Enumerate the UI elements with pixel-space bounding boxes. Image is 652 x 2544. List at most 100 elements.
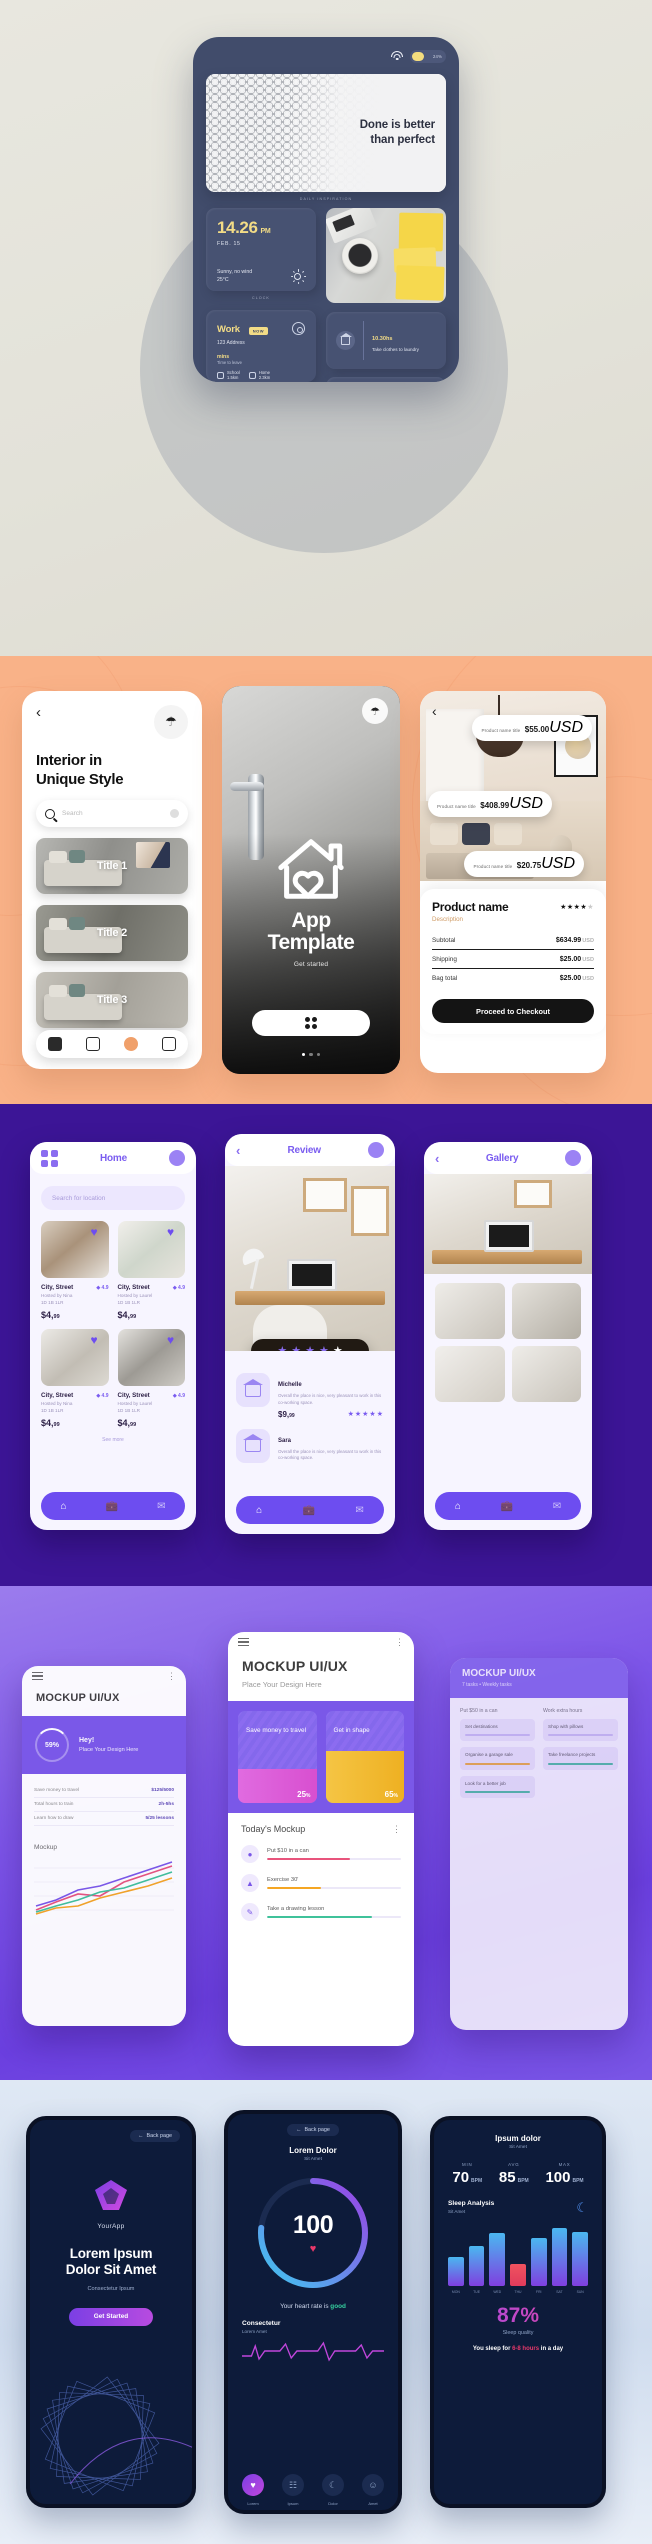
home-icon[interactable]: ⌂ [256,1505,262,1516]
chat-icon[interactable]: ✉ [157,1501,165,1512]
checkout-button[interactable]: Proceed to Checkout [432,999,594,1023]
bottom-tabs[interactable]: ♥ ☷ ☾ ☺ [242,2474,384,2496]
back-icon[interactable]: ‹ [36,705,41,720]
template-subtitle: Get started [293,961,329,969]
gallery-thumbnail[interactable] [435,1346,505,1402]
listing-card[interactable]: ♥ City, Street ◆ 4.9 Hosted by Nina 1D 1B … [41,1221,109,1320]
clear-icon[interactable] [170,809,179,819]
kebab-menu-icon[interactable]: ⋮ [395,1637,404,1647]
hamburger-icon[interactable] [32,1671,43,1681]
sleep-bar-item: SUN [572,2228,589,2294]
listing-card[interactable]: ♥ City, Street ◆ 4.9 Hosted by Nina 1D 1B … [41,1328,109,1428]
back-page-button[interactable]: ← Back page [130,2130,180,2142]
bottom-nav[interactable]: ⌂ 💼 ✉ [41,1492,185,1520]
product-price-tag[interactable]: Product name title $408.99USD [428,791,552,817]
cart-icon[interactable] [124,1037,138,1051]
search-input[interactable]: Search [62,810,163,817]
heart-icon[interactable]: ♥ [167,1226,180,1238]
back-icon[interactable]: ‹ [432,703,437,719]
tab-heart[interactable]: ♥ [242,2474,264,2496]
rating-bar[interactable]: ★ ★ ★ ★ ★ [251,1339,369,1351]
heart-icon[interactable] [86,1037,100,1051]
see-more-link[interactable]: See more [30,1437,196,1443]
menu-grid-icon[interactable] [41,1149,58,1167]
back-page-button[interactable]: ← Back page [287,2124,339,2136]
reminder-item[interactable]: 12.30hs Daily meeting with the team [326,377,446,382]
page-dot[interactable] [309,1052,313,1056]
goal-tile[interactable]: Get in shape 65% [325,1711,404,1803]
kebab-menu-icon[interactable]: ⋮ [167,1671,176,1681]
hamburger-icon[interactable] [238,1637,249,1647]
coffee-photo-widget[interactable] [326,208,446,303]
metric-label: Home [258,370,270,375]
tab-chart[interactable]: ☷ [282,2474,304,2496]
clock-widget[interactable]: 14.26 PM FEB. 15 Sunny, no wind 25°C [206,208,316,291]
task-card[interactable]: Take freelance projects [543,1747,618,1770]
avatar[interactable]: ☂ [362,698,388,724]
task-card[interactable]: Organise a garage sale [460,1747,535,1770]
task-item[interactable]: ▲ Exercise 30' [241,1874,401,1892]
task-card[interactable]: Set destinations [460,1719,535,1742]
bottom-nav[interactable]: ⌂ 💼 ✉ [435,1492,581,1520]
home-icon[interactable]: ⌂ [61,1501,67,1512]
tab-moon[interactable]: ☾ [322,2474,344,2496]
gallery-thumbnail[interactable] [511,1283,581,1339]
phone-screen-mockup-tasks: MOCKUP UI/UX 7 tasks • Weekly tasks Put … [450,1658,628,2030]
home-icon[interactable]: ⌂ [455,1501,461,1512]
bottom-nav[interactable] [36,1030,188,1058]
list-item[interactable]: Title 3 [36,972,188,1029]
gallery-thumbnail[interactable] [435,1283,505,1339]
search-bar[interactable]: Search [36,800,188,828]
bag-icon[interactable]: 💼 [303,1505,315,1516]
task-card[interactable]: Look for a better job [460,1775,535,1799]
panel-smart-home-widgets: 24% Done is better than perfect DAILY IN… [0,0,652,656]
location-pin-icon[interactable] [292,321,305,335]
heart-icon[interactable]: ♥ [167,1334,180,1346]
page-dot[interactable] [316,1052,321,1056]
star-icon[interactable]: ★ [319,1345,329,1351]
wifi-icon [391,51,403,61]
profile-icon[interactable] [162,1037,176,1051]
bottom-nav[interactable]: ⌂ 💼 ✉ [236,1496,384,1524]
kebab-menu-icon[interactable]: ⋮ [392,1824,401,1834]
heart-icon[interactable]: ♥ [91,1334,104,1346]
chat-icon[interactable]: ✉ [553,1501,561,1512]
listing-card[interactable]: ♥ City, Street ◆ 4.9 Hosted by Laurel 1D 1… [117,1221,185,1320]
goal-tile[interactable]: Save money to travel 25% [238,1711,317,1803]
task-card[interactable]: Shop with pillows [543,1719,618,1742]
grid-button[interactable] [252,1010,370,1036]
star-icon[interactable]: ★ [305,1345,315,1351]
avatar[interactable] [168,1150,185,1166]
get-started-button[interactable]: Get Started [69,2307,153,2326]
daily-inspiration-card[interactable]: Done is better than perfect [206,74,446,192]
gallery-thumbnail[interactable] [511,1346,581,1402]
avatar[interactable] [564,1150,581,1166]
star-icon[interactable]: ★ [291,1345,301,1351]
page-dot[interactable] [301,1052,306,1056]
avatar[interactable]: ☂ [154,705,188,739]
page-dots[interactable] [222,1052,400,1056]
product-price-tag[interactable]: Product name title $20.75USD [464,851,584,877]
back-icon[interactable]: ‹ [236,1144,240,1157]
reminder-item[interactable]: 10.30hs Take clothes to laundry [326,312,446,369]
product-price-tag[interactable]: Product name title $55.00USD [472,715,592,741]
avatar[interactable] [367,1142,384,1158]
chat-icon[interactable]: ✉ [355,1505,363,1516]
listing-card[interactable]: ♥ City, Street ◆ 4.9 Hosted by Laurel 1D 1… [117,1328,185,1428]
list-item[interactable]: Title 1 [36,838,188,895]
search-input[interactable]: Search for location [41,1186,185,1210]
list-item[interactable]: Title 2 [36,905,188,962]
bag-icon[interactable]: 💼 [106,1501,118,1512]
star-icon-empty[interactable]: ★ [333,1345,343,1351]
task-item[interactable]: ● Put $10 in a can [241,1845,401,1863]
tab-user[interactable]: ☺ [362,2474,384,2496]
bag-icon[interactable]: 💼 [501,1501,513,1512]
home-icon[interactable] [48,1037,62,1051]
task-item[interactable]: ✎ Take a drawing lesson [241,1903,401,1921]
onboarding-title: Lorem Ipsum Dolor Sit Amet [30,2246,192,2279]
work-widget[interactable]: Work NOW 123 Address mins Time to leave [206,310,316,382]
page-title: Ipsum dolor [495,2134,541,2143]
back-icon[interactable]: ‹ [435,1152,439,1165]
star-icon[interactable]: ★ [277,1345,287,1351]
heart-icon[interactable]: ♥ [91,1226,104,1238]
